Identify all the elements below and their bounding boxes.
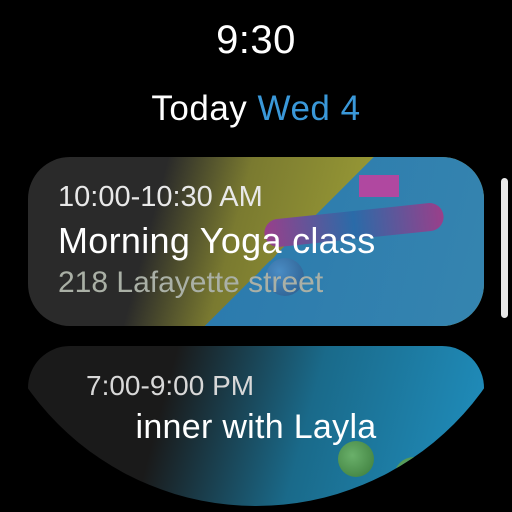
event-list[interactable]: 10:00-10:30 AM Morning Yoga class 218 La… — [0, 157, 512, 507]
food-icon — [394, 457, 434, 497]
event-title: inner with Layla — [58, 408, 454, 447]
event-time: 7:00-9:00 PM — [58, 370, 454, 402]
event-title: Morning Yoga class — [58, 220, 454, 262]
scroll-indicator[interactable] — [501, 178, 508, 318]
event-card[interactable]: 7:00-9:00 PM inner with Layla — [28, 346, 484, 507]
event-time: 10:00-10:30 AM — [58, 181, 454, 214]
status-clock: 9:30 — [0, 0, 512, 63]
today-label: Today — [151, 89, 247, 128]
date-header: Today Wed 4 — [0, 89, 512, 129]
event-card[interactable]: 10:00-10:30 AM Morning Yoga class 218 La… — [28, 157, 484, 326]
event-location: 218 Lafayette street — [58, 266, 454, 300]
day-label: Wed 4 — [258, 89, 361, 128]
